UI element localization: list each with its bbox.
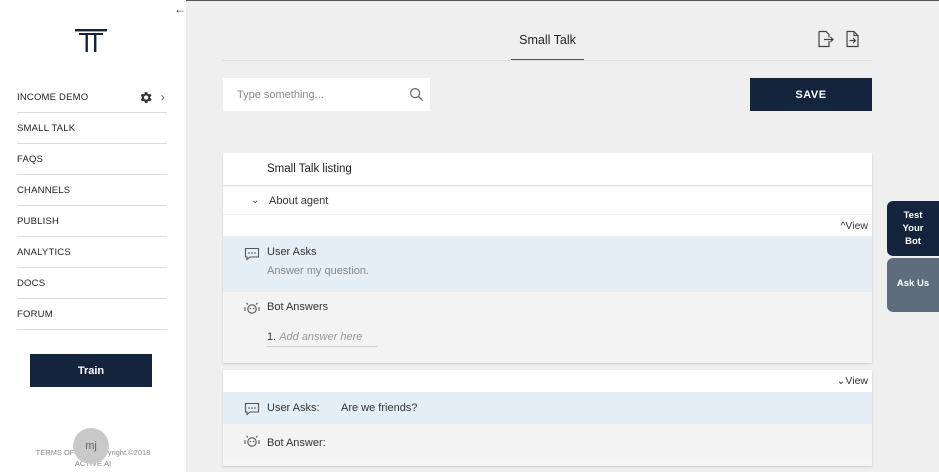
sidebar-item-publish[interactable]: PUBLISH	[17, 206, 167, 237]
listing-title: Small Talk listing	[267, 163, 352, 175]
answer-input-field[interactable]: 1. Add answer here	[267, 331, 377, 347]
test-your-bot-button[interactable]: Test Your Bot	[887, 201, 939, 256]
sidebar-item-label: ANALYTICS	[17, 246, 71, 258]
chat-bubble-icon	[244, 247, 260, 261]
train-button[interactable]: Train	[30, 354, 152, 387]
chevron-down-icon[interactable]: ⌄	[251, 195, 259, 206]
view-toggle-link[interactable]: ^View	[840, 220, 868, 232]
sidebar-item-label: PUBLISH	[17, 215, 60, 227]
test-bot-label: Test Your Bot	[902, 210, 924, 247]
sidebar-nav: INCOME DEMO › SMALL TALK FAQS CHANNELS P…	[17, 82, 167, 330]
gear-icon[interactable]	[138, 90, 153, 105]
top-border	[186, 0, 939, 1]
file-import-icon[interactable]	[844, 30, 862, 48]
view-toggle-link[interactable]: ⌄View	[837, 375, 868, 387]
sidebar-item-faqs[interactable]: FAQS	[17, 144, 167, 175]
sidebar-item-analytics[interactable]: ANALYTICS	[17, 237, 167, 268]
sidebar-item-label: FORUM	[17, 308, 53, 320]
listing-header: Small Talk listing	[223, 153, 872, 186]
bot-answers-block: Bot Answers 1. Add answer here	[223, 292, 872, 363]
bot-icon	[244, 302, 260, 314]
user-asks-label: User Asks:	[267, 402, 320, 414]
chevron-right-icon[interactable]: ›	[161, 90, 165, 104]
user-asks-block: User Asks Answer my question.	[223, 236, 872, 292]
sidebar-item-channels[interactable]: CHANNELS	[17, 175, 167, 206]
answer-placeholder: Add answer here	[279, 331, 363, 343]
ask-us-button[interactable]: Ask Us	[887, 258, 939, 312]
small-talk-entry-card: ⌄View User Asks: Are we friends? Bot Ans…	[223, 370, 872, 466]
sidebar: ← INCOME DEMO › SMALL TALK FAQS CHANNELS…	[0, 0, 186, 472]
user-asks-label: User Asks	[267, 246, 317, 258]
bot-answer-block: Bot Answer:	[223, 424, 872, 460]
sidebar-item-label: CHANNELS	[17, 184, 71, 196]
search-input[interactable]	[237, 88, 407, 101]
header-divider	[222, 60, 872, 61]
user-question-text[interactable]: Are we friends?	[341, 402, 417, 414]
sidebar-item-forum[interactable]: FORUM	[17, 299, 167, 330]
search-icon[interactable]	[409, 87, 424, 102]
bot-icon	[244, 435, 260, 447]
sidebar-item-label: DOCS	[17, 277, 46, 289]
sidebar-item-small-talk[interactable]: SMALL TALK	[17, 113, 167, 144]
view-row: ⌄View	[223, 370, 872, 392]
group-about-agent[interactable]: ⌄ About agent	[223, 187, 872, 215]
page-title-tab[interactable]: Small Talk	[511, 33, 584, 47]
avatar[interactable]: mj	[73, 428, 109, 464]
small-talk-listing-card: Small Talk listing ⌄ About agent ^View U…	[223, 153, 872, 363]
user-asks-text[interactable]: Answer my question.	[267, 265, 369, 277]
sidebar-item-label: SMALL TALK	[17, 122, 76, 134]
sidebar-item-docs[interactable]: DOCS	[17, 268, 167, 299]
answer-number: 1.	[267, 331, 277, 343]
sidebar-item-label: FAQS	[17, 153, 44, 165]
sidebar-item-income-demo[interactable]: INCOME DEMO ›	[17, 82, 167, 113]
search-box	[223, 78, 430, 111]
group-label: About agent	[269, 195, 329, 207]
tt-logo-icon	[75, 29, 107, 52]
collapse-sidebar-icon[interactable]: ←	[174, 3, 186, 15]
save-button[interactable]: SAVE	[750, 78, 872, 111]
file-export-icon[interactable]	[816, 30, 834, 48]
bot-answer-label: Bot Answer:	[267, 437, 326, 449]
chat-bubble-icon	[244, 402, 260, 416]
user-asks-block: User Asks: Are we friends?	[223, 392, 872, 424]
view-row: ^View	[223, 215, 872, 236]
sidebar-item-label: INCOME DEMO	[17, 91, 89, 103]
bot-answers-label: Bot Answers	[267, 301, 329, 313]
